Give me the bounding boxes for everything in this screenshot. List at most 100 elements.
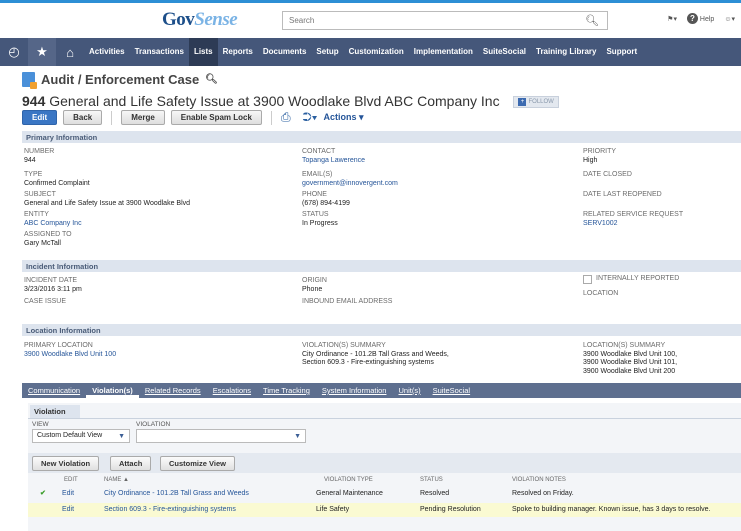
attach-button[interactable]: Attach — [110, 456, 152, 471]
related-request-link[interactable]: SERV1002 — [583, 220, 683, 229]
incident-date-value: 3/23/2016 3:11 pm — [24, 285, 82, 293]
row-name-link[interactable]: Section 609.3 - Fire-extinguishing syste… — [104, 503, 236, 517]
tab-violations[interactable]: Violation(s) — [86, 383, 139, 398]
row-edit-link[interactable]: Edit — [62, 487, 74, 501]
tab-related-records[interactable]: Related Records — [139, 383, 207, 398]
top-utility-icons: ⚑▾ ? Help ☺▾ — [667, 13, 735, 24]
violation-summary-line-2: Section 609.3 - Fire-extinguishing syste… — [302, 359, 434, 366]
violation-filter-select[interactable]: ▼ — [136, 429, 306, 443]
tab-units[interactable]: Unit(s) — [392, 383, 426, 398]
violation-subtab[interactable]: Violation — [30, 405, 80, 418]
nav-lists[interactable]: Lists — [188, 38, 218, 66]
row-edit-link[interactable]: Edit — [62, 503, 74, 517]
user-menu-icon[interactable]: ☺▾ — [724, 15, 735, 23]
follow-button[interactable]: + FOLLOW — [513, 96, 559, 109]
search-record-icon[interactable]: 🔍︎ — [205, 74, 218, 85]
record-title-text: General and Life Safety Issue at 3900 Wo… — [49, 93, 500, 109]
favorites-star-icon[interactable]: ★ — [28, 38, 56, 66]
nav-customization[interactable]: Customization — [344, 38, 409, 66]
primary-location-link[interactable]: 3900 Woodlake Blvd Unit 100 — [24, 351, 116, 360]
help-link[interactable]: ? Help — [686, 13, 714, 24]
assigned-label: ASSIGNED TO — [24, 231, 72, 238]
related-request-label: RELATED SERVICE REQUEST — [583, 211, 684, 218]
location-summary-label: LOCATION(S) SUMMARY — [583, 342, 666, 349]
plus-icon: + — [518, 98, 527, 107]
row-name-link[interactable]: City Ordinance - 101.2B Tall Grass and W… — [104, 487, 249, 501]
nav-transactions[interactable]: Transactions — [130, 38, 189, 66]
row-type: General Maintenance — [316, 490, 383, 497]
top-bar: GovSense Search 🔍︎ ⚑▾ ? Help ☺▾ — [0, 0, 741, 38]
record-type-heading: Audit / Enforcement Case 🔍︎ — [22, 72, 218, 89]
logo-text-b: Sense — [194, 9, 238, 30]
phone-value: (678) 894-4199 — [302, 199, 350, 207]
tab-communication[interactable]: Communication — [22, 383, 86, 398]
row-status: Pending Resolution — [420, 506, 481, 513]
status-label: STATUS — [302, 211, 329, 218]
search-icon[interactable]: 🔍︎ — [585, 14, 599, 27]
view-select[interactable]: Custom Default View ▼ — [32, 429, 130, 443]
row-status: Resolved — [420, 490, 450, 497]
nav-activities[interactable]: Activities — [84, 38, 130, 66]
actions-menu[interactable]: Actions ▾ — [324, 112, 364, 123]
new-record-icon[interactable]: ⮊▾ — [303, 110, 318, 125]
tab-system-information[interactable]: System Information — [316, 383, 393, 398]
violation-filter-label: VIOLATION — [136, 421, 171, 428]
email-link[interactable]: government@innovergent.com — [302, 180, 398, 189]
customize-view-button[interactable]: Customize View — [160, 456, 235, 471]
priority-field: PRIORITY High — [583, 148, 616, 165]
record-number: 944 — [22, 93, 46, 109]
edit-button[interactable]: Edit — [22, 110, 58, 125]
incident-information-header[interactable]: Incident Information — [22, 260, 741, 272]
date-closed-field: DATE CLOSED — [583, 171, 632, 180]
column-name[interactable]: NAME ▲ — [104, 477, 129, 483]
chevron-down-icon: ▼ — [294, 433, 301, 440]
column-violation-type[interactable]: VIOLATION TYPE — [324, 477, 373, 483]
new-violation-button[interactable]: New Violation — [32, 456, 100, 471]
phone-label: PHONE — [302, 191, 327, 198]
nav-suitesocial[interactable]: SuiteSocial — [478, 38, 531, 66]
primary-location-label: PRIMARY LOCATION — [24, 342, 93, 349]
nav-support[interactable]: Support — [601, 38, 642, 66]
panel-divider — [28, 418, 741, 419]
tab-suitesocial[interactable]: SuiteSocial — [427, 383, 477, 398]
home-icon[interactable]: ⌂ — [56, 38, 84, 66]
nav-training-library[interactable]: Training Library — [531, 38, 601, 66]
location-field: LOCATION — [583, 290, 618, 299]
print-icon[interactable]: ⎙ — [281, 110, 291, 125]
contact-link[interactable]: Topanga Lawerence — [302, 157, 365, 166]
email-field: EMAIL(S) government@innovergent.com — [302, 171, 398, 188]
email-label: EMAIL(S) — [302, 171, 333, 178]
case-record-icon — [22, 72, 37, 89]
nav-implementation[interactable]: Implementation — [409, 38, 478, 66]
nav-documents[interactable]: Documents — [258, 38, 312, 66]
column-status[interactable]: STATUS — [420, 477, 443, 483]
govsense-logo[interactable]: GovSense — [162, 9, 238, 31]
divider — [111, 110, 113, 125]
location-information-header[interactable]: Location Information — [22, 324, 741, 336]
number-label: NUMBER — [24, 148, 55, 155]
global-search-input[interactable]: Search 🔍︎ — [282, 11, 608, 30]
back-button[interactable]: Back — [63, 110, 103, 125]
internally-reported-checkbox[interactable] — [583, 275, 592, 284]
type-value: Confirmed Complaint — [24, 179, 90, 187]
column-violation-notes[interactable]: VIOLATION NOTES — [512, 477, 566, 483]
tab-time-tracking[interactable]: Time Tracking — [257, 383, 316, 398]
subject-field: SUBJECT General and Life Safety Issue at … — [24, 191, 190, 208]
nav-setup[interactable]: Setup — [311, 38, 343, 66]
violation-summary-line-1: City Ordinance - 101.2B Tall Grass and W… — [302, 350, 449, 358]
inbound-email-field: INBOUND EMAIL ADDRESS — [302, 298, 392, 307]
nav-reports[interactable]: Reports — [218, 38, 258, 66]
record-title: 944 General and Life Safety Issue at 390… — [22, 93, 559, 109]
number-value: 944 — [24, 156, 36, 164]
recent-icon[interactable]: ◴ — [0, 38, 28, 66]
merge-button[interactable]: Merge — [121, 110, 165, 125]
entity-link[interactable]: ABC Company Inc — [24, 220, 82, 229]
primary-information-header[interactable]: Primary Information — [22, 131, 741, 143]
assigned-value: Gary McTall — [24, 239, 61, 247]
checkmark-icon: ✔ — [40, 490, 46, 497]
enable-spam-lock-button[interactable]: Enable Spam Lock — [170, 110, 262, 125]
recent-records-icon[interactable]: ⚑▾ — [667, 15, 677, 23]
column-edit: EDIT — [64, 477, 78, 483]
primary-location-field: PRIMARY LOCATION 3900 Woodlake Blvd Unit … — [24, 342, 116, 359]
tab-escalations[interactable]: Escalations — [207, 383, 257, 398]
